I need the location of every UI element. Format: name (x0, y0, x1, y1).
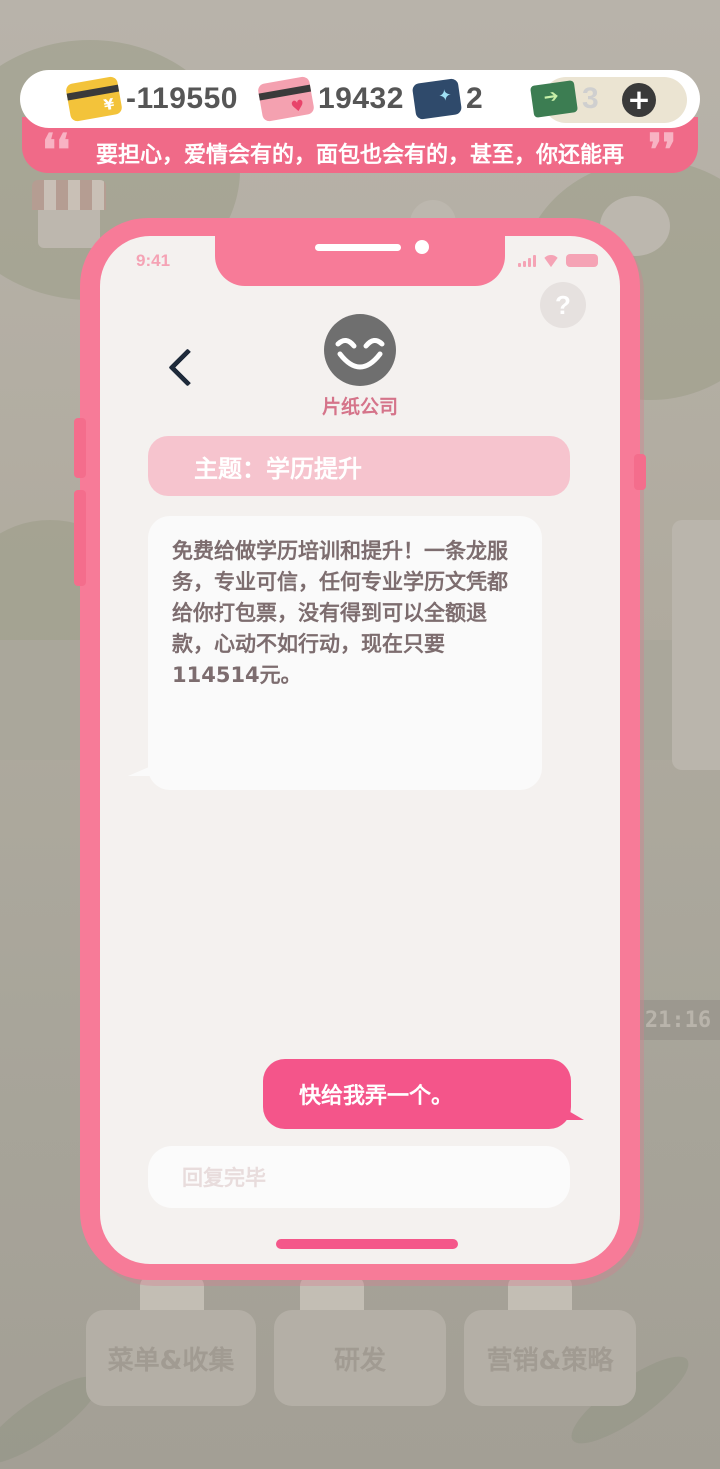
speaker-icon (315, 244, 401, 251)
resource-bar: -119550 19432 2 3 (20, 70, 700, 128)
background-side-panel (672, 520, 720, 770)
grin-face-icon (335, 338, 385, 370)
help-icon: ? (555, 289, 571, 320)
quote-text: 要担心，爱情会有的，面包也会有的，甚至，你还能再 (96, 143, 625, 168)
blue-card-icon (411, 77, 463, 121)
phone-side-button (634, 454, 646, 490)
sender-avatar (324, 314, 396, 386)
outgoing-message-button[interactable]: 快给我弄一个。 (263, 1059, 571, 1129)
love-money-value: 19432 (318, 82, 404, 115)
back-button[interactable] (160, 338, 200, 394)
phone-side-button (74, 418, 86, 478)
wifi-icon (542, 255, 560, 267)
gold-money: -119550 (65, 75, 238, 123)
add-tickets-button[interactable]: + (622, 83, 656, 117)
status-icons (518, 254, 598, 267)
love-card-icon (257, 75, 315, 123)
tickets-value: 3 (582, 82, 600, 115)
signal-icon (518, 254, 536, 267)
background-clock: 21:16 (636, 1000, 720, 1040)
close-quote-icon: ❜❜ (648, 125, 677, 176)
gold-money-value: -119550 (126, 82, 238, 115)
phone-side-button (74, 490, 86, 586)
home-indicator[interactable] (276, 1239, 458, 1249)
blue-cards-value: 2 (466, 82, 484, 115)
camera-icon (415, 240, 429, 254)
tickets: 3 (529, 80, 600, 118)
help-button[interactable]: ? (540, 282, 586, 328)
sender-name: 片纸公司 (321, 396, 398, 418)
status-time: 9:41 (136, 251, 171, 270)
love-money: 19432 (257, 75, 404, 123)
blue-cards: 2 (411, 77, 484, 121)
bottom-tab-menu: 菜单&收集 (86, 1310, 256, 1406)
phone-notch (215, 236, 505, 286)
battery-icon (566, 254, 598, 267)
message-subject: 主题：学历提升 (148, 436, 570, 496)
bottom-tab-research: 研发 (274, 1310, 446, 1406)
plus-icon: + (627, 83, 651, 116)
open-quote-icon: ❛❛ (42, 125, 71, 176)
phone-screen: 9:41 ? 片纸公司 主题：学历提升 免费给做学历培训和提升！一条龙服务，专业… (100, 236, 620, 1264)
reply-input[interactable]: 回复完毕 (148, 1146, 570, 1208)
gold-card-icon (65, 75, 123, 123)
incoming-message: 免费给做学历培训和提升！一条龙服务，专业可信，任何专业学历文凭都给你打包票，没有… (148, 516, 542, 790)
phone-frame: 9:41 ? 片纸公司 主题：学历提升 免费给做学历培训和提升！一条龙服务，专业… (74, 218, 646, 1280)
ticket-icon (529, 80, 579, 118)
bottom-tab-marketing: 营销&策略 (464, 1310, 636, 1406)
